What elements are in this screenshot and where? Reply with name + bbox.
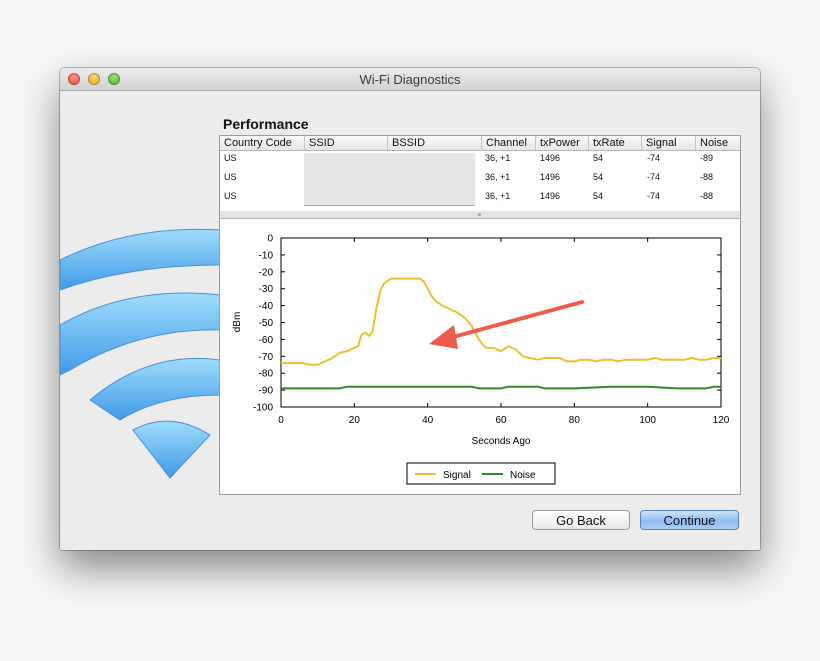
column-header-country-code[interactable]: Country Code <box>220 136 305 150</box>
cell-noise: -89 <box>700 153 714 163</box>
column-header-channel[interactable]: Channel <box>482 136 536 150</box>
table-row[interactable]: US 36, +1 1496 54 -74 -89 <box>220 150 740 169</box>
table-header: Country Code SSID BSSID Channel txPower … <box>220 136 740 151</box>
y-tick-label: -90 <box>259 386 274 397</box>
performance-table[interactable]: Country Code SSID BSSID Channel txPower … <box>219 135 741 213</box>
x-axis-label: Seconds Ago <box>472 436 531 447</box>
y-tick-label: 0 <box>267 234 273 245</box>
cell-noise: -88 <box>700 191 714 201</box>
x-tick-label: 60 <box>495 415 507 426</box>
cell-noise: -88 <box>700 172 714 182</box>
cell-txrate: 54 <box>593 191 604 201</box>
cell-channel: 36, +1 <box>485 153 511 163</box>
x-tick-label: 120 <box>713 415 730 426</box>
title-bar: Wi-Fi Diagnostics <box>60 68 760 91</box>
legend-noise-label: Noise <box>510 470 536 481</box>
x-tick-label: 80 <box>569 415 581 426</box>
y-tick-label: -10 <box>259 250 274 261</box>
cell-channel: 36, +1 <box>485 172 511 182</box>
y-tick-label: -30 <box>259 284 274 295</box>
table-row[interactable]: US 36, +1 1496 54 -74 -88 <box>220 169 740 188</box>
y-tick-label: -80 <box>259 369 274 380</box>
cell-txpower: 1496 <box>540 153 561 163</box>
cell-country: US <box>224 153 237 163</box>
cell-signal: -74 <box>647 191 661 201</box>
x-tick-label: 100 <box>639 415 656 426</box>
x-tick-label: 40 <box>422 415 434 426</box>
signal-noise-chart: 0 -10 -20 -30 -40 -50 -60 -70 -80 -90 -100 0 20 40 60… <box>232 234 730 485</box>
column-header-txpower[interactable]: txPower <box>536 136 589 150</box>
divider-grip-icon <box>478 213 481 216</box>
window-title: Wi-Fi Diagnostics <box>359 72 461 87</box>
cell-signal: -74 <box>647 153 661 163</box>
continue-button[interactable]: Continue <box>640 510 739 530</box>
column-header-bssid[interactable]: BSSID <box>388 136 482 150</box>
performance-heading: Performance <box>223 116 309 132</box>
y-tick-label: -20 <box>259 267 274 278</box>
column-header-noise[interactable]: Noise <box>696 136 740 150</box>
cell-country: US <box>224 172 237 182</box>
y-tick-label: -60 <box>259 335 274 346</box>
go-back-button[interactable]: Go Back <box>532 510 630 530</box>
cell-channel: 36, +1 <box>485 191 511 201</box>
cell-txpower: 1496 <box>540 172 561 182</box>
y-axis-label: dBm <box>232 312 243 333</box>
cell-txpower: 1496 <box>540 191 561 201</box>
cell-signal: -74 <box>647 172 661 182</box>
cell-txrate: 54 <box>593 153 604 163</box>
y-tick-label: -70 <box>259 352 274 363</box>
column-header-ssid[interactable]: SSID <box>305 136 388 150</box>
x-tick-label: 20 <box>349 415 361 426</box>
table-row[interactable]: US 36, +1 1496 54 -74 -88 <box>220 188 740 207</box>
performance-chart: 0 -10 -20 -30 -40 -50 -60 -70 -80 -90 -100 0 20 40 60… <box>219 219 741 495</box>
wifi-diagnostics-window: Wi-Fi Diagnostics Performance Country Co… <box>60 68 760 550</box>
wifi-icon <box>60 228 220 479</box>
y-tick-label: -50 <box>259 318 274 329</box>
column-header-signal[interactable]: Signal <box>642 136 696 150</box>
y-tick-label: -40 <box>259 301 274 312</box>
cell-txrate: 54 <box>593 172 604 182</box>
x-tick-label: 0 <box>278 415 284 426</box>
split-view-divider[interactable] <box>219 211 741 219</box>
cell-country: US <box>224 191 237 201</box>
legend-signal-label: Signal <box>443 470 471 481</box>
y-tick-label: -100 <box>253 403 273 414</box>
column-header-txrate[interactable]: txRate <box>589 136 642 150</box>
